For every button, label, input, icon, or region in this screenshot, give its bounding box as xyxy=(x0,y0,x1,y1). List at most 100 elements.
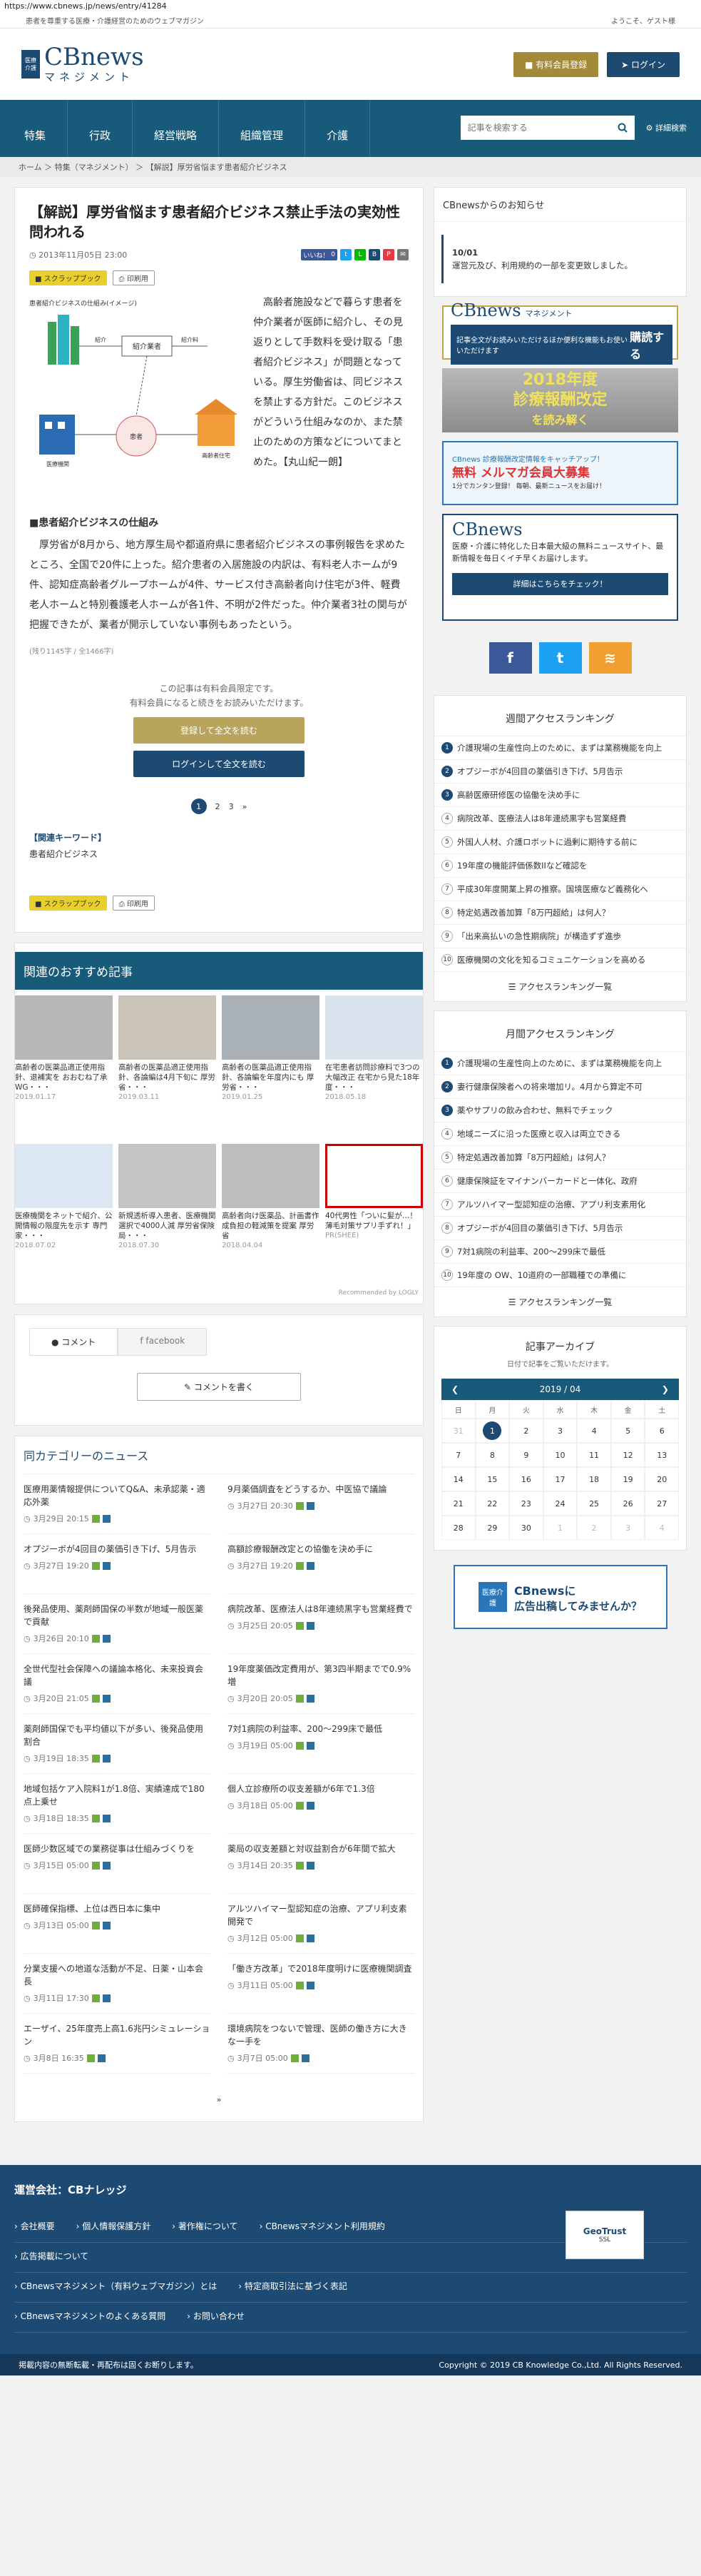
scrapbook-button[interactable]: ■ スクラップブック xyxy=(29,270,107,285)
news-item[interactable]: 医師少数区域での業務従事は仕組みづくりを ◷ 3月15日 05:00 xyxy=(24,1834,210,1894)
news-next-page[interactable]: » xyxy=(217,2095,222,2104)
recommend-credit[interactable]: Recommended by LOGLY xyxy=(15,1287,423,1304)
ranking-item[interactable]: 3 高齢医療研修医の協働を決め手に xyxy=(434,784,686,807)
ranking-item[interactable]: 10 医療機関の文化を知るコミュニケーションを高める xyxy=(434,948,686,972)
write-comment-button[interactable]: ✎ コメントを書く xyxy=(137,1373,301,1401)
calendar-day[interactable]: 25 xyxy=(577,1491,611,1516)
news-item[interactable]: 分業支援への地道な活動が不足、日薬・山本会長 ◷ 3月11日 17:30 xyxy=(24,1954,210,2014)
news-item[interactable]: 全世代型社会保障への議論本格化、未来投資会議 ◷ 3月20日 21:05 xyxy=(24,1654,210,1714)
footer-link[interactable]: › お問い合わせ xyxy=(187,2310,245,2322)
calendar-day[interactable]: 1 xyxy=(543,1516,578,1540)
print-button[interactable]: ⎙ 印刷用 xyxy=(112,270,155,285)
tab-comment[interactable]: ● コメント xyxy=(29,1328,118,1356)
mail-icon[interactable]: ✉ xyxy=(397,249,409,260)
search-input[interactable] xyxy=(460,116,610,140)
news-item[interactable]: オプジーボが4回目の薬価引き下げ、5月告示 ◷ 3月27日 19:20 xyxy=(24,1534,210,1594)
ranking-item[interactable]: 1 介護現場の生産性向上のために、まずは業務機能を向上 xyxy=(434,1052,686,1075)
news-item[interactable]: 「働き方改革」で2018年度明けに医療機関調査 ◷ 3月11日 05:00 xyxy=(227,1954,414,2014)
calendar-day[interactable]: 2 xyxy=(577,1516,611,1540)
news-item[interactable]: エーザイ、25年度売上高1.6兆円シミュレーション ◷ 3月8日 16:35 xyxy=(24,2014,210,2074)
calendar-day[interactable]: 20 xyxy=(645,1467,679,1491)
calendar-day[interactable]: 9 xyxy=(509,1443,543,1467)
calendar-day[interactable]: 2 xyxy=(509,1419,543,1443)
prev-month-icon[interactable]: ❮ xyxy=(451,1384,459,1394)
recommend-item[interactable]: 高齢者の医薬品適正使用指針、退補実を おおむね了承 WG・・・ 2019.01.1… xyxy=(15,995,113,1138)
calendar-day[interactable]: 26 xyxy=(610,1491,645,1516)
page-1[interactable]: 1 xyxy=(190,798,207,814)
page-next[interactable]: » xyxy=(242,802,247,811)
nav-gyosei[interactable]: 行政 xyxy=(68,100,133,157)
news-item[interactable]: 環境病院をつないで管理、医師の働き方に大きな一手を ◷ 3月7日 05:00 xyxy=(227,2014,414,2074)
news-item[interactable]: 7対1病院の利益率、200～299床で最低 ◷ 3月19日 05:00 xyxy=(227,1714,414,1774)
calendar-day[interactable]: 1 xyxy=(475,1419,510,1443)
ranking-item[interactable]: 9 「出来高払いの急性期病院」が構造ずず進歩 xyxy=(434,925,686,948)
ranking-item[interactable]: 10 19年度の OW、10道府の一部職種での準備に xyxy=(434,1264,686,1287)
ad-cbnews-info[interactable]: CBnews 医療・介護に特化した日本最大級の無料ニュースサイト、最新情報を毎日… xyxy=(442,514,678,621)
ranking-item[interactable]: 2 妻行健康保険者への将来増加リ。4月から算定不可 xyxy=(434,1075,686,1099)
recommend-item[interactable]: 高齢者の医薬品適正使用指針、各論編を年度内にも 厚労省・・・ 2019.01.25 xyxy=(222,995,319,1138)
breadcrumb[interactable]: ホーム ＞ 特集（マネジメント） ＞ 【解説】厚労省悩ます患者紹介ビジネス xyxy=(0,157,701,177)
calendar-day[interactable]: 11 xyxy=(577,1443,611,1467)
news-item[interactable]: 薬剤師国保でも平均値以下が多い、後発品使用割合 ◷ 3月19日 18:35 xyxy=(24,1714,210,1774)
pocket-icon[interactable]: P xyxy=(383,249,394,260)
notice-item[interactable]: 10/01 運営元及び、利用規約の一部を変更致しました。 xyxy=(441,235,679,283)
ranking-item[interactable]: 8 オプジーボが4回目の薬価引き下げ、5月告示 xyxy=(434,1217,686,1240)
advanced-search-link[interactable]: ⚙ 詳細検索 xyxy=(646,122,687,133)
recommend-item[interactable]: 高齢者向け医薬品、計画書作成負担の軽減策を提案 厚労省 2018.04.04 xyxy=(222,1144,319,1287)
rss-icon[interactable]: ≋ xyxy=(588,642,632,674)
page-3[interactable]: 3 xyxy=(229,802,234,811)
calendar-day[interactable]: 4 xyxy=(645,1516,679,1540)
nav-kaigo[interactable]: 介護 xyxy=(305,100,371,157)
footer-link[interactable]: › CBnewsマネジメント（有料ウェブマガジン）とは xyxy=(14,2280,217,2292)
url-bar[interactable]: https://www.cbnews.jp/news/entry/41284 xyxy=(0,0,701,13)
bookmark-icon[interactable]: B xyxy=(369,249,380,260)
register-read-button[interactable]: 登録して全文を読む xyxy=(133,717,305,744)
calendar-day[interactable]: 17 xyxy=(543,1467,578,1491)
nav-tokushu[interactable]: 特集 xyxy=(14,100,68,157)
twitter-icon[interactable]: t xyxy=(340,249,352,260)
calendar-day[interactable]: 3 xyxy=(610,1516,645,1540)
footer-link[interactable]: › 著作権について xyxy=(172,2220,237,2232)
footer-link[interactable]: › 会社概要 xyxy=(14,2220,55,2232)
line-icon[interactable]: L xyxy=(354,249,366,260)
calendar-day[interactable]: 5 xyxy=(610,1419,645,1443)
news-item[interactable]: 医療用薬情報提供についてQ&A、未承認薬・適応外薬 ◷ 3月29日 20:15 xyxy=(24,1474,210,1534)
recommend-item[interactable]: 新規透析導入患者、医療機関選択で4000人減 厚労省保険局・・・ 2018.07.… xyxy=(118,1144,216,1287)
calendar-day[interactable]: 24 xyxy=(543,1491,578,1516)
login-read-button[interactable]: ログインして全文を読む xyxy=(133,751,305,777)
calendar-day[interactable]: 14 xyxy=(441,1467,476,1491)
calendar-day[interactable]: 4 xyxy=(577,1419,611,1443)
footer-link[interactable]: › CBnewsマネジメントのよくある質問 xyxy=(14,2310,165,2322)
ranking-item[interactable]: 6 19年度の機能評価係数IIなど確認を xyxy=(434,854,686,878)
login-button[interactable]: ➤ ログイン xyxy=(607,51,680,77)
weekly-ranking-more[interactable]: ☰ アクセスランキング一覧 xyxy=(434,972,686,1001)
ranking-item[interactable]: 7 アルツハイマー型認知症の治療、アプリ利支素用化 xyxy=(434,1193,686,1217)
footer-link[interactable]: › CBnewsマネジメント利用規約 xyxy=(260,2220,385,2232)
calendar-day[interactable]: 28 xyxy=(441,1516,476,1540)
calendar-day[interactable]: 31 xyxy=(441,1419,476,1443)
news-item[interactable]: 19年度薬価改定費用が、第3四半期までで0.9%増 ◷ 3月20日 20:05 xyxy=(227,1654,414,1714)
news-item[interactable]: 医師確保指標、上位は西日本に集中 ◷ 3月13日 05:00 xyxy=(24,1894,210,1954)
next-month-icon[interactable]: ❯ xyxy=(662,1384,669,1394)
ranking-item[interactable]: 6 健康保険証をマイナンバーカードと一体化、政府 xyxy=(434,1170,686,1193)
recommend-item[interactable]: 在宅患者訪問診療料で3つの大幅改正 在宅から見た18年度・・・ 2018.05.1… xyxy=(325,995,423,1138)
news-item[interactable]: 病院改革、医療法人は8年連続黒字も営業経費で ◷ 3月25日 20:05 xyxy=(227,1594,414,1654)
tab-facebook[interactable]: f facebook xyxy=(118,1328,208,1356)
ranking-item[interactable]: 3 薬やサプリの飲み合わせ、無料でチェック xyxy=(434,1099,686,1122)
ad-subscribe[interactable]: CBnews マネジメント 記事全文がお読みいただけるほか便利な機能もお使いいただ… xyxy=(442,300,678,365)
page-2[interactable]: 2 xyxy=(215,802,220,811)
calendar-day[interactable]: 12 xyxy=(610,1443,645,1467)
ranking-item[interactable]: 5 外国人人材、介護ロボットに過剰に期待する前に xyxy=(434,831,686,854)
calendar-day[interactable]: 29 xyxy=(475,1516,510,1540)
ranking-item[interactable]: 7 平成30年度開業上昇の推察。国境医療など義務化へ xyxy=(434,878,686,901)
news-item[interactable]: 薬局の収支差額と対収益割合が6年間で拡大 ◷ 3月14日 20:35 xyxy=(227,1834,414,1894)
ad4-button[interactable]: 詳細はこちらをチェック！ xyxy=(452,573,668,595)
monthly-ranking-more[interactable]: ☰ アクセスランキング一覧 xyxy=(434,1287,686,1317)
site-logo[interactable]: 医療 介護 CBnews マネジメント xyxy=(21,45,144,84)
calendar-day[interactable]: 7 xyxy=(441,1443,476,1467)
calendar-day[interactable]: 15 xyxy=(475,1467,510,1491)
calendar-day[interactable]: 22 xyxy=(475,1491,510,1516)
search-button[interactable] xyxy=(610,116,635,140)
calendar-day[interactable]: 18 xyxy=(577,1467,611,1491)
footer-link[interactable]: › 広告掲載について xyxy=(14,2250,88,2262)
